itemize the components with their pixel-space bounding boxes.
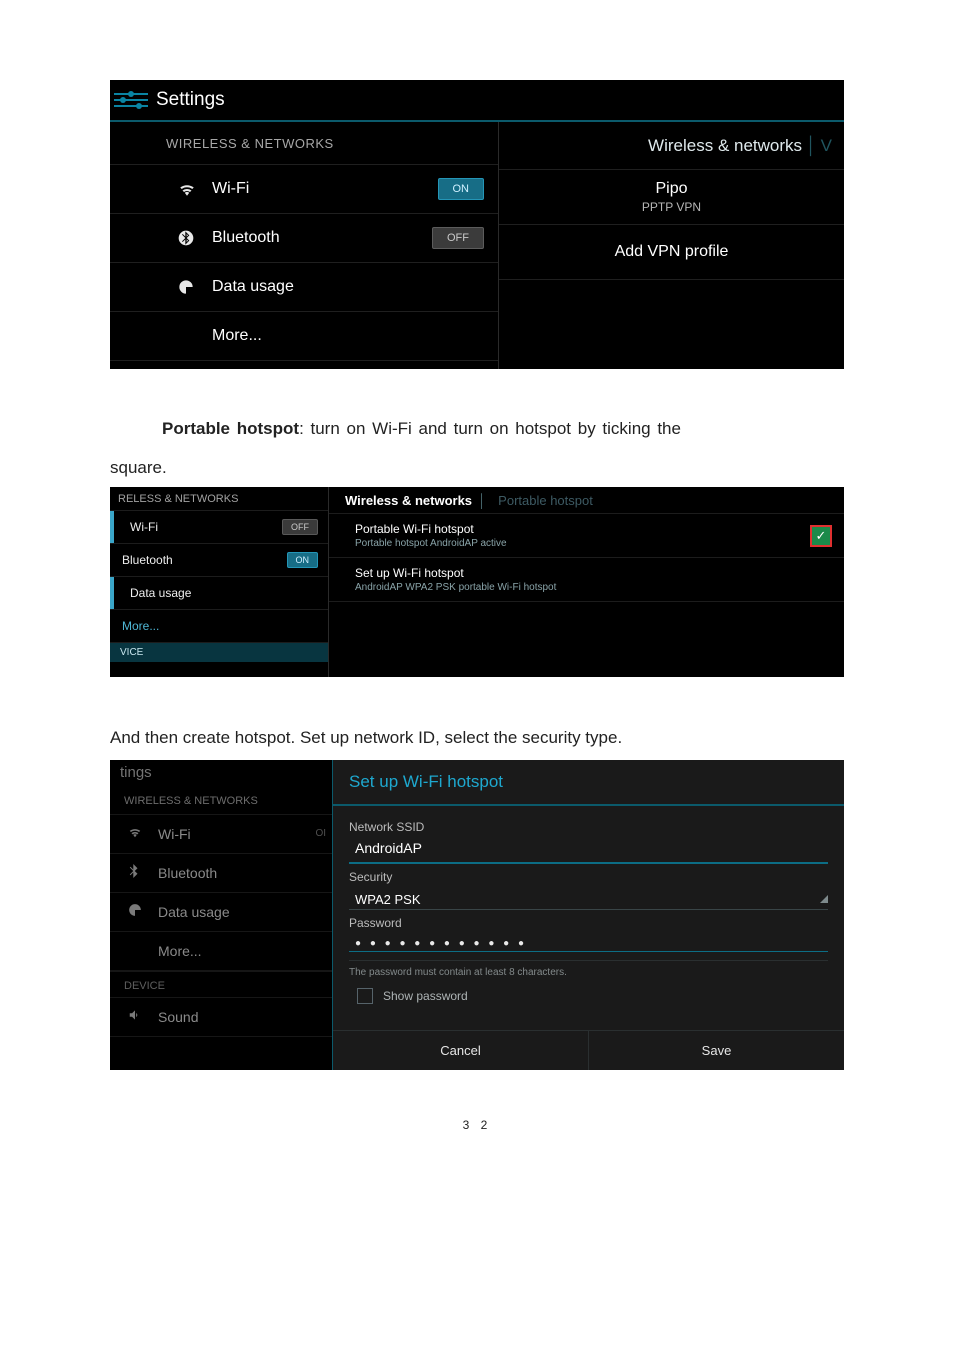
wifi-toggle[interactable]: ON [438, 178, 485, 200]
show-password-checkbox[interactable] [357, 988, 373, 1004]
vpn-type: PPTP VPN [513, 200, 830, 214]
ssid-label: Network SSID [349, 820, 828, 834]
setup-hotspot-dialog: Set up Wi-Fi hotspot Network SSID Androi… [332, 760, 844, 1070]
cancel-button[interactable]: Cancel [333, 1031, 589, 1070]
settings-vpn-screenshot: Settings WIRELESS & NETWORKS Wi-Fi ON Bl… [110, 80, 844, 369]
hotspot-checkbox[interactable]: ✓ [810, 525, 832, 547]
settings-icon [114, 83, 148, 117]
password-hint: The password must contain at least 8 cha… [349, 960, 828, 982]
wifi-row-2[interactable]: Wi-Fi OFF [110, 510, 328, 544]
vpn-profile-pipo[interactable]: Pipo PPTP VPN [499, 169, 844, 225]
password-label: Password [349, 916, 828, 930]
bluetooth-row[interactable]: Bluetooth OFF [110, 213, 498, 263]
section-device: DEVICE [110, 971, 332, 998]
wifi-icon [178, 182, 198, 196]
settings-header: Settings [110, 80, 844, 122]
setup-hotspot-dialog-screenshot: tings WIRELESS & NETWORKS Wi-Fi OI Bluet… [110, 760, 844, 1070]
vpn-name: Pipo [513, 180, 830, 198]
data-usage-row-3[interactable]: Data usage [110, 892, 332, 932]
more-row-2[interactable]: More... [110, 609, 328, 643]
portable-wifi-hotspot-row[interactable]: Portable Wi-Fi hotspot Portable hotspot … [329, 513, 844, 558]
portable-hotspot-screenshot: RELESS & NETWORKS Wi-Fi OFF Bluetooth ON… [110, 487, 844, 677]
add-vpn-profile[interactable]: Add VPN profile [499, 224, 844, 280]
show-password-row[interactable]: Show password [349, 982, 828, 1014]
data-usage-label: Data usage [212, 278, 484, 296]
bluetooth-toggle[interactable]: OFF [432, 227, 484, 249]
wifi-icon [128, 826, 146, 841]
bluetooth-icon [178, 230, 198, 246]
wifi-row-3[interactable]: Wi-Fi OI [110, 814, 332, 854]
settings-left-pane: WIRELESS & NETWORKS Wi-Fi ON Bluetooth O… [110, 122, 498, 369]
section-wireless-networks: WIRELESS & NETWORKS [110, 122, 498, 165]
bluetooth-icon [128, 864, 146, 881]
sound-row[interactable]: Sound [110, 997, 332, 1037]
section-wireless-networks-2: RELESS & NETWORKS [110, 487, 328, 511]
settings-right-pane: Wireless & networks│V Pipo PPTP VPN Add … [498, 122, 844, 369]
page-number: 3 2 [110, 1118, 844, 1132]
wifi-toggle-2[interactable]: OFF [282, 519, 318, 535]
breadcrumb: Wireless & networks│V [499, 122, 844, 170]
more-row[interactable]: More... [110, 311, 498, 361]
bluetooth-toggle-2[interactable]: ON [287, 552, 319, 568]
bluetooth-row-2[interactable]: Bluetooth ON [110, 543, 328, 577]
paragraph-portable-hotspot-cont: square. [110, 448, 844, 487]
active-marker [110, 577, 114, 609]
dialog-title: Set up Wi-Fi hotspot [333, 760, 844, 806]
settings-title: Settings [156, 89, 225, 111]
paragraph-portable-hotspot: Portable hotspot: turn on Wi-Fi and turn… [110, 409, 844, 448]
ssid-input[interactable]: AndroidAP [349, 836, 828, 864]
breadcrumb-2: Wireless & networks│Portable hotspot [329, 487, 844, 514]
data-usage-icon [128, 903, 146, 920]
paragraph-create-hotspot: And then create hotspot. Set up network … [110, 723, 844, 754]
more-row-3[interactable]: More... [110, 931, 332, 971]
wifi-label: Wi-Fi [212, 180, 438, 198]
data-usage-row-2[interactable]: Data usage [110, 576, 328, 610]
sound-icon [128, 1008, 146, 1025]
data-usage-row[interactable]: Data usage [110, 262, 498, 312]
active-marker [110, 511, 114, 543]
more-label: More... [212, 327, 484, 345]
security-spinner[interactable]: WPA2 PSK [349, 886, 828, 910]
bluetooth-label: Bluetooth [212, 229, 432, 247]
settings-title-cut: tings [110, 760, 332, 785]
dropdown-icon [820, 895, 828, 903]
wifi-row[interactable]: Wi-Fi ON [110, 164, 498, 214]
save-button[interactable]: Save [589, 1031, 844, 1070]
password-input[interactable]: ● ● ● ● ● ● ● ● ● ● ● ● [349, 932, 828, 952]
section-wireless-networks-3: WIRELESS & NETWORKS [110, 785, 332, 815]
section-device-2: VICE [110, 643, 328, 662]
data-usage-icon [178, 279, 198, 295]
bluetooth-row-3[interactable]: Bluetooth [110, 853, 332, 893]
security-label: Security [349, 870, 828, 884]
set-up-wifi-hotspot-row[interactable]: Set up Wi-Fi hotspot AndroidAP WPA2 PSK … [329, 557, 844, 602]
